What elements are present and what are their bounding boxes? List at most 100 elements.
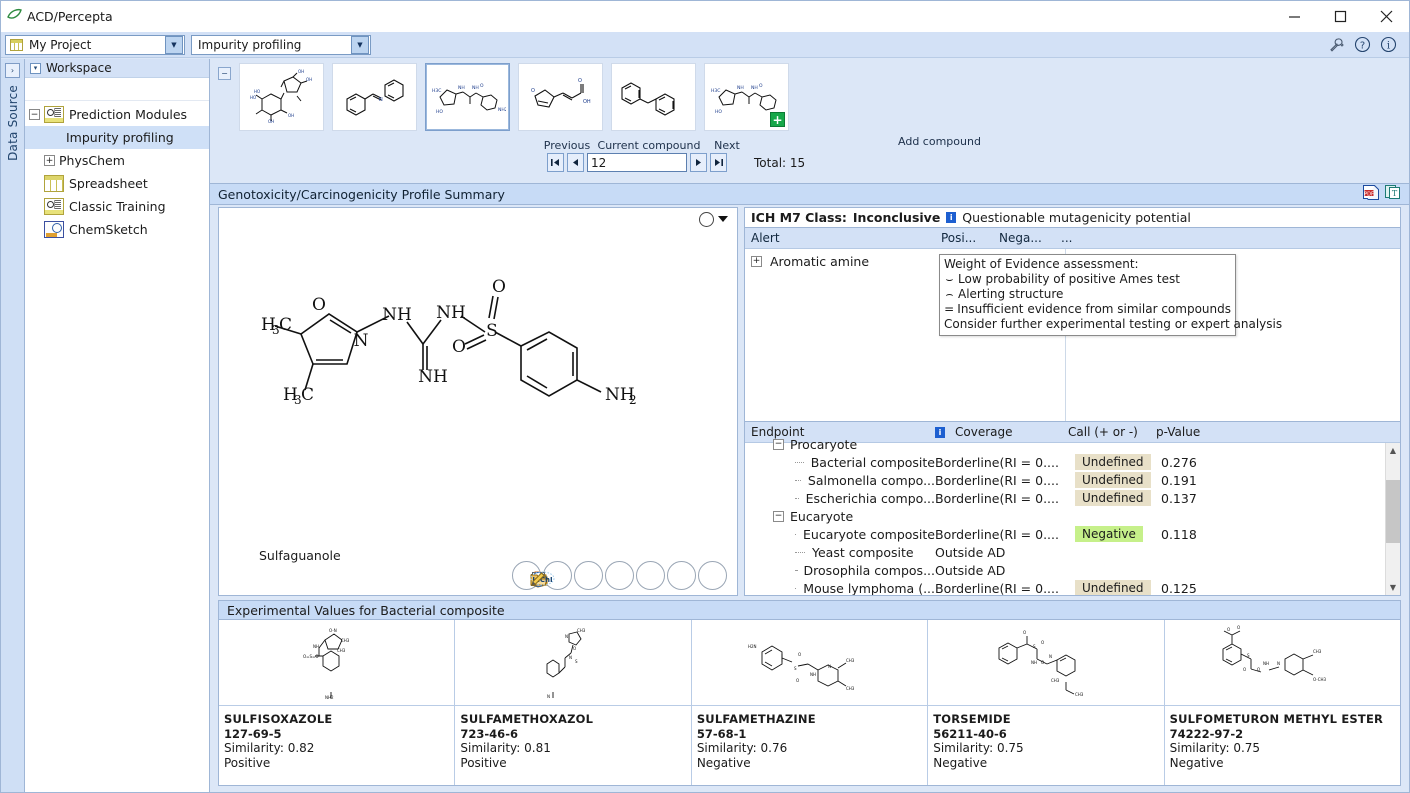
alert-table-panel: Alert Posi... Nega... ... + Aromatic ami… [744, 227, 1401, 422]
experimental-card[interactable]: O-NCH3CH3NHO=S=ONH2SULFISOXAZOLE127-69-5… [219, 620, 455, 785]
svg-text:NH: NH [751, 85, 758, 91]
experimental-card[interactable]: OSOONHNCH3CH3TORSEMIDE56211-40-6Similari… [928, 620, 1164, 785]
edit-pencil-icon[interactable] [698, 561, 727, 590]
thumbnail-6-add[interactable]: H3CHO NHNH O + [704, 63, 789, 131]
profile-right-pane: ICH M7 Class: Inconclusive i Questionabl… [744, 207, 1401, 596]
tree-expander-icon[interactable]: − [773, 511, 784, 522]
svg-text:H3C: H3C [432, 88, 441, 94]
add-compound-badge[interactable]: + [770, 112, 785, 127]
close-button[interactable] [1363, 1, 1409, 32]
maximize-button[interactable] [1317, 1, 1363, 32]
tree-expander-icon[interactable]: + [44, 155, 55, 166]
smiley-icon[interactable] [605, 561, 634, 590]
molecule-structure: O N NH NH NH S O O H3C H3C NH2 [219, 230, 737, 595]
leaf-icon [1, 8, 27, 25]
inchi-icon[interactable]: InChI [667, 561, 696, 590]
thumbnail-2[interactable]: N [332, 63, 417, 131]
table-row[interactable]: Bacterial compositeBorderline(RI = 0....… [745, 453, 1400, 471]
application-window: ACD/Percepta My Project ▼ Impurity profi… [0, 0, 1410, 793]
last-compound-button[interactable] [710, 153, 727, 172]
sidebar-item-chemsketch[interactable]: ChemSketch [25, 218, 209, 241]
table-row[interactable]: −Procaryote [745, 435, 1400, 453]
thumbnail-1[interactable]: HOHOOH OHOHOH [239, 63, 324, 131]
expand-panel-icon[interactable]: › [5, 63, 20, 78]
svg-text:NH: NH [737, 85, 744, 91]
add-compound-label: Add compound [898, 135, 981, 148]
prediction-tree: − Prediction Modules Impurity profiling … [25, 101, 209, 792]
tree-expander-icon[interactable]: − [773, 439, 784, 450]
alert-col-alert[interactable]: Alert [745, 231, 935, 245]
low-probability-mark-icon: ⌣ [944, 272, 955, 287]
svg-text:i: i [1386, 40, 1389, 51]
info-icon[interactable]: i [1379, 36, 1397, 54]
data-source-tab-label: Data Source [6, 85, 20, 161]
current-compound-input[interactable]: 12 [587, 153, 687, 172]
table-row[interactable]: Mouse lymphoma (...Borderline(RI = 0....… [745, 579, 1400, 596]
previous-compound-button[interactable] [567, 153, 584, 172]
wrench-icon[interactable] [1327, 36, 1345, 54]
first-compound-button[interactable] [547, 153, 564, 172]
endpoint-label: Salmonella compo... [808, 473, 935, 488]
chevron-down-icon[interactable]: ▼ [351, 36, 369, 54]
dictionary-icon[interactable] [574, 561, 603, 590]
experimental-card[interactable]: H2NOSONHCH3CH3NSULFAMETHAZINE57-68-1Simi… [692, 620, 928, 785]
export-text-icon[interactable]: T [1385, 185, 1401, 203]
help-icon[interactable]: ? [1353, 36, 1371, 54]
scroll-down-icon[interactable]: ▼ [1386, 580, 1400, 595]
compound-navigation: Previous Current compound Next 12 [210, 135, 1409, 183]
sidebar-item-spreadsheet[interactable]: Spreadsheet [25, 172, 209, 195]
svg-text:S: S [575, 659, 578, 664]
table-row[interactable]: −Eucaryote [745, 507, 1400, 525]
info-icon[interactable]: i [946, 212, 956, 223]
chevron-down-icon[interactable] [718, 216, 728, 222]
alert-col-more[interactable]: ... [1055, 231, 1095, 245]
svg-text:C: C [279, 315, 292, 335]
workspace-collapse-icon[interactable]: ▾ [30, 63, 41, 74]
project-selector[interactable]: My Project ▼ [5, 35, 185, 55]
open-folder-icon[interactable] [636, 561, 665, 590]
minimize-button[interactable] [1271, 1, 1317, 32]
analog-similarity: Similarity: 0.76 [697, 741, 922, 756]
experimental-card[interactable]: OOSOONHNCH3O-CH3SULFOMETURON METHYL ESTE… [1165, 620, 1400, 785]
module-selector[interactable]: Impurity profiling ▼ [191, 35, 371, 55]
sidebar-item-prediction-modules[interactable]: − Prediction Modules [25, 103, 209, 126]
collapse-strip-icon[interactable]: − [218, 67, 231, 80]
scrollbar-thumb[interactable] [1386, 480, 1400, 543]
thumbnail-4[interactable]: OOOH [518, 63, 603, 131]
analog-similarity: Similarity: 0.82 [224, 741, 449, 756]
scroll-up-icon[interactable]: ▲ [1386, 443, 1400, 458]
main-content: − HOHOOH OHOHOH [210, 59, 1409, 792]
table-row[interactable]: Salmonella compo...Borderline(RI = 0....… [745, 471, 1400, 489]
sidebar-item-impurity-profiling[interactable]: Impurity profiling [25, 126, 209, 149]
project-grid-icon [10, 39, 23, 51]
endpoint-cell-call: Undefined [1075, 580, 1155, 596]
table-row[interactable]: Yeast compositeOutside AD [745, 543, 1400, 561]
alert-col-positive[interactable]: Posi... [935, 231, 993, 245]
endpoint-cell-name: Bacterial composite [745, 455, 935, 470]
thumbnail-5[interactable] [611, 63, 696, 131]
tree-expander-icon[interactable]: + [751, 256, 762, 267]
export-pdf-icon[interactable]: PDF [1363, 185, 1379, 203]
table-row[interactable]: Eucaryote compositeBorderline(RI = 0....… [745, 525, 1400, 543]
chevron-down-icon[interactable]: ▼ [165, 36, 183, 54]
endpoint-scrollbar[interactable]: ▲ ▼ [1385, 443, 1400, 595]
status-badge: Negative [1075, 526, 1143, 542]
svg-text:CH3: CH3 [1313, 649, 1322, 654]
module-selector-value: Impurity profiling [192, 38, 307, 52]
sidebar-item-classic-training[interactable]: Classic Training [25, 195, 209, 218]
data-source-tab[interactable]: › Data Source [1, 59, 25, 792]
next-compound-button[interactable] [690, 153, 707, 172]
project-toolbar: My Project ▼ Impurity profiling ▼ ? i [1, 32, 1409, 58]
table-row[interactable]: Drosophila compos...Outside AD [745, 561, 1400, 579]
experimental-card[interactable]: CH3NONSNSULFAMETHOXAZOL723-46-6Similarit… [455, 620, 691, 785]
alert-col-negative[interactable]: Nega... [993, 231, 1055, 245]
thumbnail-3[interactable]: H3CHO NHNH ONH2 [425, 63, 510, 131]
tree-expander-icon[interactable]: − [29, 109, 40, 120]
analog-structure: H2NOSONHCH3CH3N [692, 620, 927, 706]
circle-swatch-icon[interactable] [699, 212, 714, 227]
structure-panel-toolbar [219, 208, 737, 230]
svg-text:H3C: H3C [711, 88, 720, 94]
analog-similarity: Similarity: 0.81 [460, 741, 685, 756]
table-row[interactable]: Escherichia compo...Borderline(RI = 0...… [745, 489, 1400, 507]
sidebar-item-physchem[interactable]: + PhysChem [25, 149, 209, 172]
